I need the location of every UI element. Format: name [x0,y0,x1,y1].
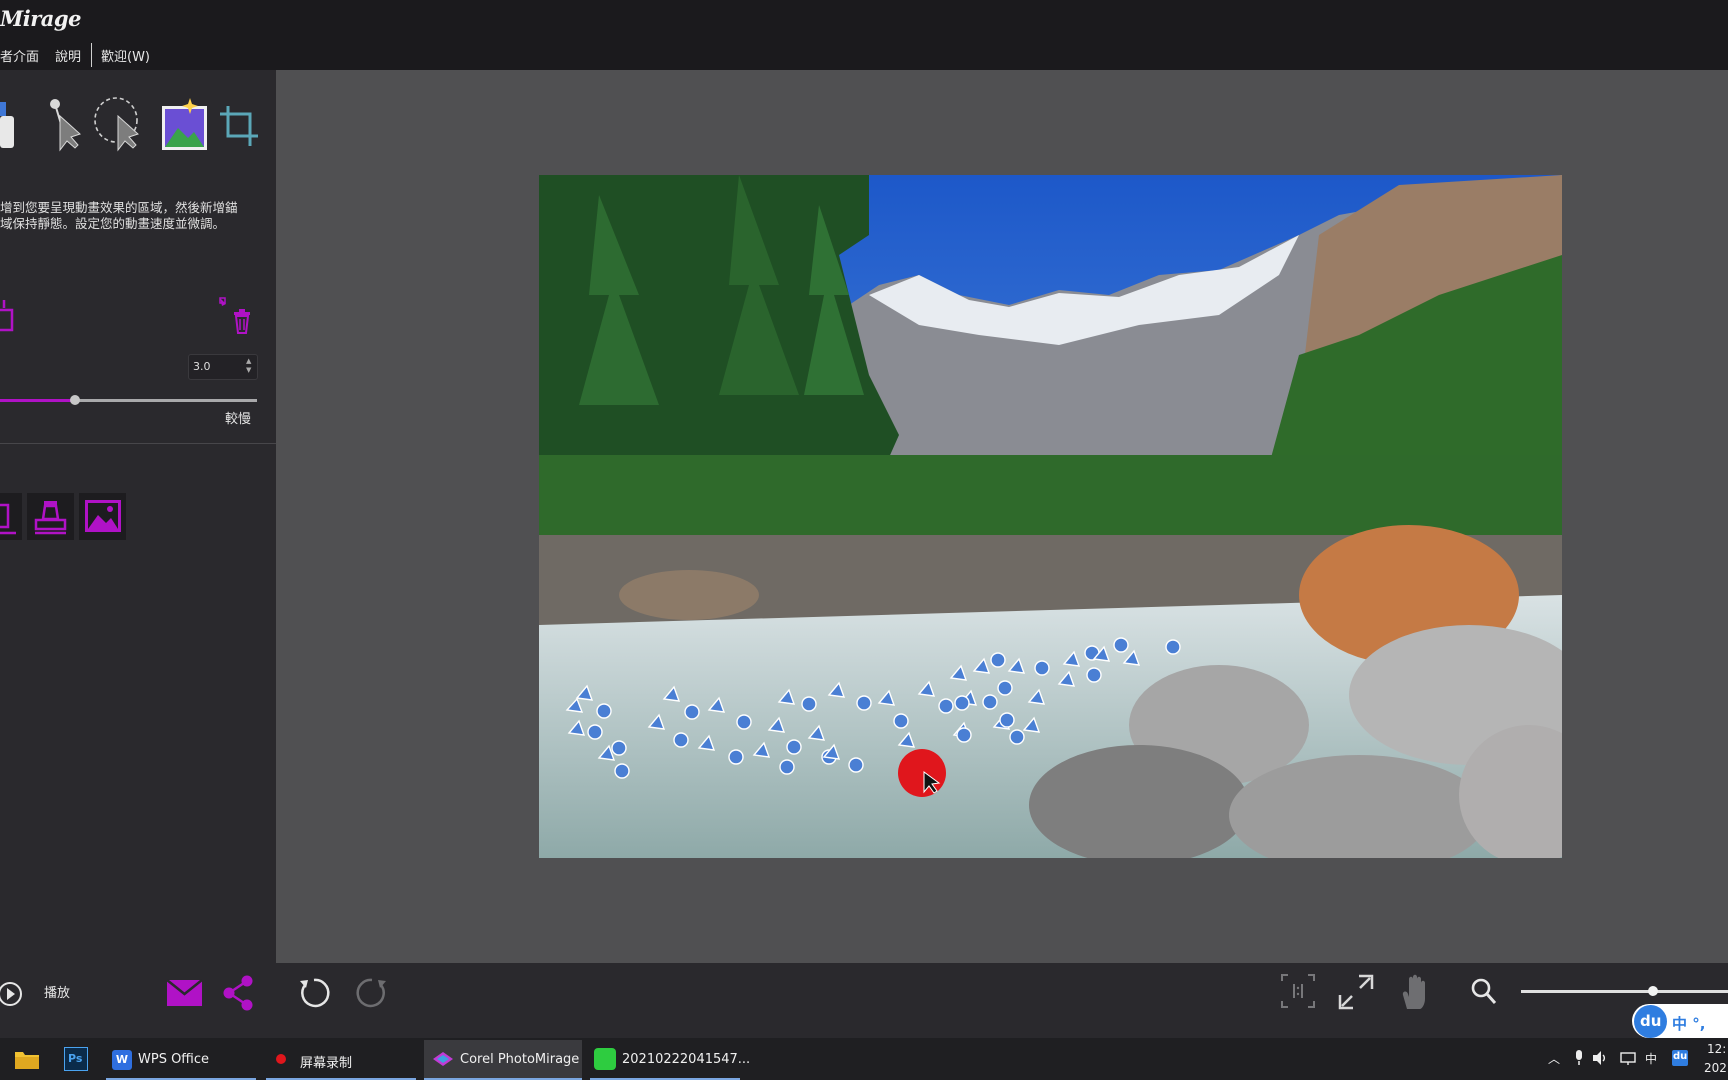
ime-mode-text: 中 °, [1672,1015,1706,1033]
task-photomirage[interactable]: Corel PhotoMirage [424,1040,582,1080]
actual-size-icon [1281,974,1315,1008]
undo-button[interactable] [296,975,332,1011]
menu-help[interactable]: 說明 [55,46,81,65]
video-file-icon [594,1048,616,1070]
mask-icon [0,503,16,535]
task-recording-file[interactable]: 20210222041547... [590,1040,750,1080]
menu-divider [91,43,92,67]
zoom-button[interactable] [1470,977,1498,1007]
add-anchor-icon [0,300,14,332]
speed-slider-fill [0,399,75,402]
clock-date[interactable]: 202 [1704,1061,1727,1075]
app-title: Mirage [0,6,81,31]
menu-bar [0,38,1728,70]
ime-logo[interactable]: du [1634,1005,1667,1038]
network-icon[interactable] [1620,1051,1638,1065]
play-button[interactable] [0,980,24,1008]
wps-icon: W [112,1050,132,1070]
title-bar [0,0,1728,38]
folder-icon [15,1052,39,1069]
task-label: 20210222041547... [622,1052,751,1067]
expand-icon [1338,974,1374,1010]
baidu-ime-text: du [1673,1051,1688,1062]
play-icon [0,982,22,1006]
trash-icon [219,297,250,334]
play-label[interactable]: 播放 [44,982,70,1001]
taskbar [0,1038,1728,1080]
task-label: 屏幕录制 [300,1056,353,1071]
anchor-pointer-icon [50,99,81,152]
ime-logo-text: du [1640,1012,1662,1030]
ps-icon: Ps [68,1052,83,1065]
slow-label: 較慢 [225,412,252,427]
image-sparkle-icon [162,98,207,150]
magnifier-icon [1471,978,1497,1004]
selection-mask-tool[interactable] [92,94,148,156]
pan-button[interactable] [1398,973,1434,1011]
instructions-line-2: 域保持靜態。設定您的動畫速度並微調。 [0,216,226,231]
share-icon [223,975,253,1011]
stamp-tool-button[interactable] [27,493,74,540]
actual-size-button[interactable] [1280,973,1316,1009]
baidu-ime-icon[interactable]: du [1672,1050,1688,1066]
email-button[interactable] [165,977,205,1009]
stamp-icon [34,501,67,535]
photomirage-icon [433,1052,453,1066]
crop-icon [220,106,258,146]
undo-icon [300,978,330,1008]
clock-time[interactable]: 12: [1707,1042,1726,1056]
crop-tool[interactable] [218,94,274,156]
motion-arrow-tool[interactable] [0,94,20,156]
zoom-slider-track[interactable] [1521,990,1728,993]
photo-canvas[interactable] [539,175,1562,858]
instructions-text: 增到您要呈現動畫效果的區域，然後新增錨 域保持靜態。設定您的動畫速度並微調。 [0,200,260,232]
speed-slider-thumb[interactable] [69,395,80,405]
bottom-toolbar [276,963,1728,1038]
sky-replace-tool[interactable] [160,94,216,156]
mask-tool-button[interactable] [0,493,22,540]
task-wps-office[interactable]: W WPS Office [106,1040,256,1080]
speed-spinner[interactable]: ▲ ▼ [246,357,251,375]
task-label: WPS Office [138,1052,210,1067]
task-label: Corel PhotoMirage [460,1052,580,1067]
menu-welcome[interactable]: 歡迎(W) [101,46,150,65]
instructions-line-1: 增到您要呈現動畫效果的區域，然後新增錨 [0,200,238,215]
record-icon [276,1054,286,1064]
redo-button[interactable] [354,975,390,1011]
microphone-icon[interactable] [1574,1050,1584,1066]
hand-icon [1402,974,1425,1009]
image-icon [85,500,121,532]
task-screen-recorder[interactable]: 屏幕录制 [266,1040,416,1080]
file-explorer-button[interactable] [14,1048,40,1070]
panel-divider [0,443,276,444]
tray-chevron-icon[interactable]: ︿ [1548,1050,1560,1067]
image-tool-button[interactable] [79,493,126,540]
landscape-photo[interactable] [539,175,1562,858]
lasso-select-icon [94,97,139,152]
fit-screen-button[interactable] [1337,973,1375,1011]
menu-interface[interactable]: 者介面 [0,46,39,65]
add-anchor-button[interactable] [0,296,20,336]
photoshop-button[interactable]: Ps [64,1047,88,1071]
mail-icon [166,979,203,1006]
delete-anchors-button[interactable] [218,296,258,336]
input-language[interactable]: 中 [1645,1050,1657,1067]
volume-icon[interactable] [1592,1050,1608,1066]
bottle-icon [0,102,14,148]
redo-icon [356,978,386,1008]
share-button[interactable] [220,973,256,1013]
